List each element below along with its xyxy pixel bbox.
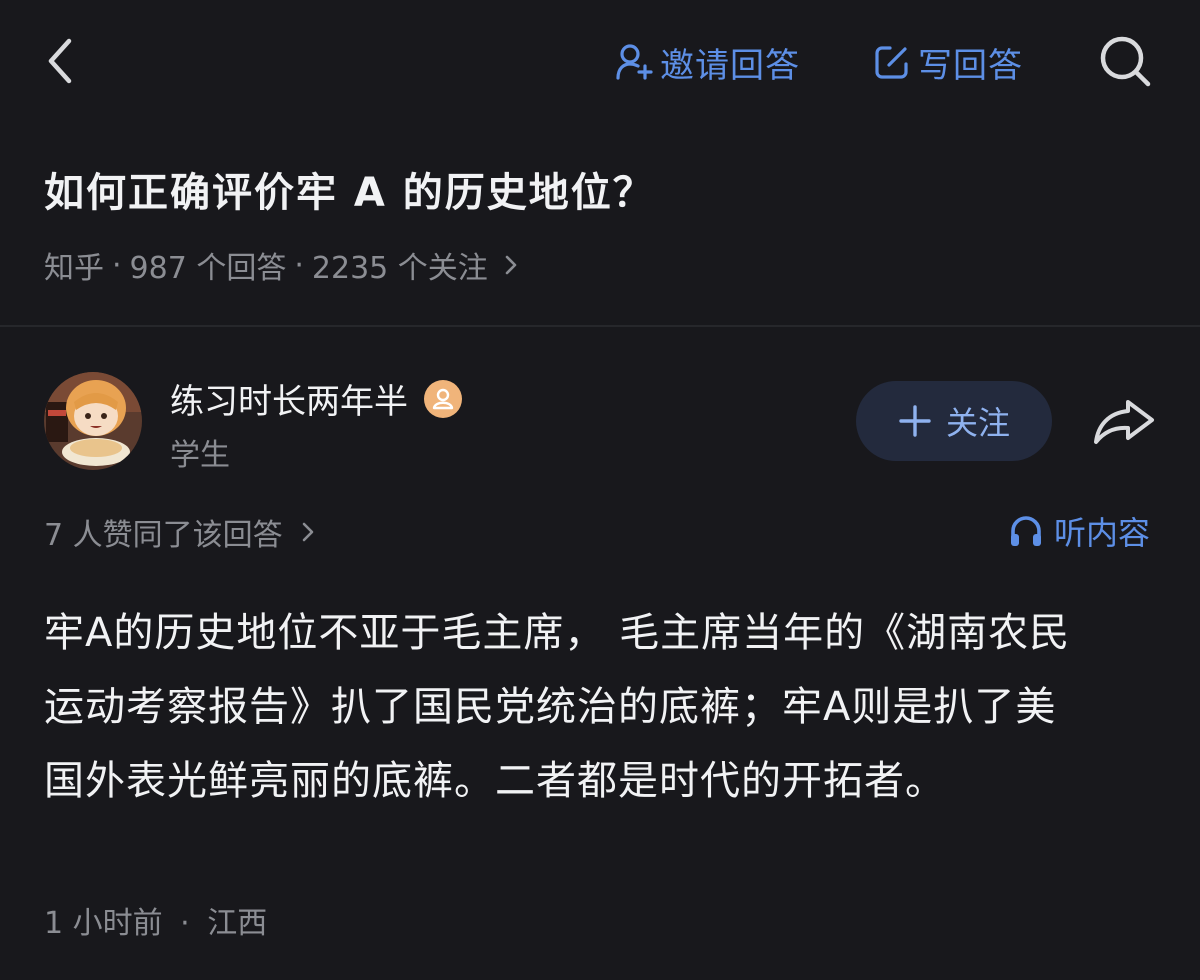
avatar-image — [44, 372, 142, 470]
share-button[interactable] — [1090, 392, 1158, 452]
meta-separator: · — [294, 247, 304, 283]
answer-time: 1 小时前 — [44, 906, 163, 941]
listen-label: 听内容 — [1054, 514, 1151, 552]
search-button[interactable] — [1092, 30, 1158, 92]
invite-answer-button[interactable]: 邀请回答 — [614, 36, 800, 88]
badge-icon — [424, 379, 462, 418]
author-name[interactable]: 练习时长两年半 — [170, 374, 462, 423]
headphones-icon — [1011, 516, 1041, 546]
answer-content: 牢A的历史地位不亚于毛主席， 毛主席当年的《湖南农民 运动考察报告》扒了国民党统… — [44, 596, 1160, 818]
follow-button[interactable]: 关注 — [856, 381, 1052, 461]
top-bar: 邀请回答 写回答 — [0, 0, 1200, 122]
back-button[interactable] — [36, 34, 84, 88]
vote-text: 7 人赞同了该回答 — [44, 518, 283, 553]
meta-separator: · — [180, 906, 190, 941]
question-meta[interactable]: 知乎 · 987 个回答 · 2235 个关注 — [44, 243, 520, 287]
avatar[interactable] — [44, 372, 142, 470]
content-line: 运动考察报告》扒了国民党统治的底裤；牢A则是扒了美 — [44, 684, 1057, 730]
meta-separator: · — [112, 247, 122, 283]
follower-count: 2235 个关注 — [311, 251, 488, 286]
invite-answer-label: 邀请回答 — [660, 45, 800, 86]
answer-footer-meta: 1 小时前 · 江西 — [44, 898, 267, 942]
answer-location: 江西 — [207, 906, 268, 941]
question-source: 知乎 — [44, 251, 104, 286]
vote-summary[interactable]: 7 人赞同了该回答 — [44, 510, 317, 554]
invite-user-icon — [616, 44, 653, 80]
listen-button[interactable]: 听内容 — [1008, 508, 1150, 554]
section-divider — [0, 325, 1200, 327]
search-icon — [1100, 36, 1151, 87]
answer-page: 邀请回答 写回答 如何正确评价牢 A 的历史地位？ 知乎 · 987 个回答 ·… — [0, 0, 1200, 980]
author-name-text: 练习时长两年半 — [170, 382, 408, 422]
content-line: 国外表光鲜亮丽的底裤。二者都是时代的开拓者。 — [44, 758, 946, 804]
author-role: 学生 — [170, 438, 230, 473]
write-answer-button[interactable]: 写回答 — [872, 36, 1023, 88]
share-icon — [1094, 400, 1154, 444]
write-answer-label: 写回答 — [918, 45, 1023, 86]
chevron-right-icon — [302, 522, 313, 542]
question-title[interactable]: 如何正确评价牢 A 的历史地位？ — [44, 160, 655, 218]
follow-label: 关注 — [945, 404, 1010, 442]
back-icon — [48, 38, 72, 84]
answer-count: 987 个回答 — [129, 251, 287, 286]
edit-icon — [875, 46, 908, 79]
chevron-right-icon — [505, 255, 517, 275]
plus-icon — [899, 405, 931, 437]
content-line: 牢A的历史地位不亚于毛主席， 毛主席当年的《湖南农民 — [44, 610, 1071, 656]
